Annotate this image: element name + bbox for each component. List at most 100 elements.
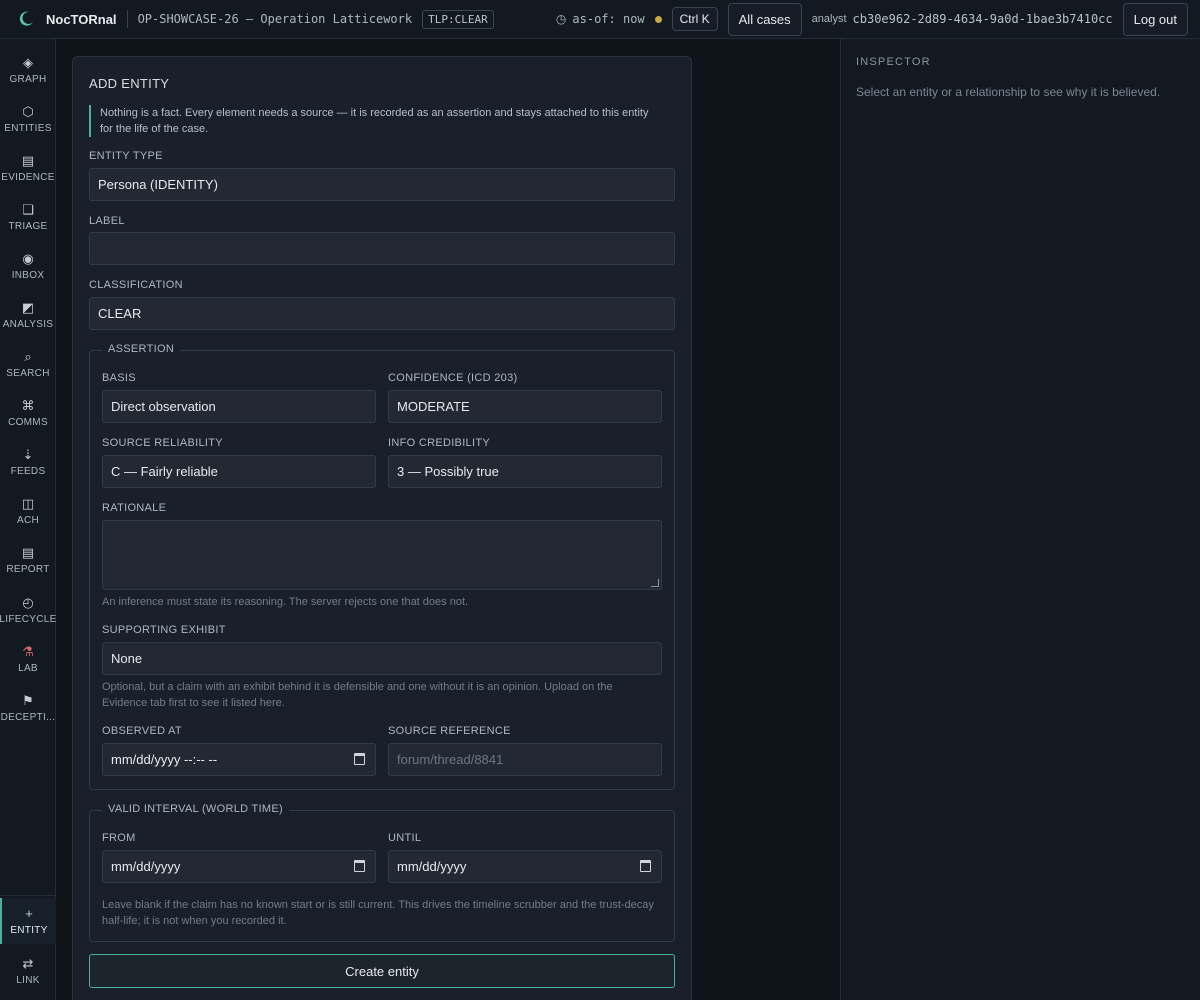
create-entity-button[interactable]: Create entity	[89, 954, 675, 988]
basis-label: BASIS	[102, 372, 136, 384]
tlp-badge: TLP:CLEAR	[422, 9, 494, 29]
nav-label: LAB	[18, 662, 38, 674]
supporting-exhibit-select[interactable]: None	[102, 642, 662, 675]
nav-item-entities[interactable]: ⬡ ENTITIES	[0, 96, 56, 142]
inspector-hint: Select an entity or a relationship to se…	[856, 85, 1161, 99]
calendar-icon[interactable]	[354, 860, 365, 872]
nav-label: TRIAGE	[8, 220, 48, 232]
ach-icon: ◫	[21, 495, 35, 511]
nav-item-feeds[interactable]: ⇣ FEEDS	[0, 439, 56, 485]
left-nav: ◈ GRAPH ⬡ ENTITIES ▤ EVIDENCE ❏ TRIAGE ◉ INBO…	[0, 39, 56, 1000]
plus-icon: +	[25, 905, 33, 921]
source-reliability-select[interactable]: C — Fairly reliable	[102, 455, 376, 488]
rationale-textarea[interactable]	[102, 520, 662, 590]
lifecycle-icon: ◴	[22, 594, 34, 610]
logout-button[interactable]: Log out	[1122, 2, 1188, 36]
nav-item-report[interactable]: ▤ REPORT	[0, 537, 56, 583]
from-date-input[interactable]: mm/dd/yyyy	[102, 850, 376, 883]
inspector-panel: INSPECTOR Select an entity or a relation…	[840, 39, 1200, 1000]
source-reference-input[interactable]: forum/thread/8841	[388, 743, 662, 776]
calendar-icon[interactable]	[640, 860, 651, 872]
as-of-indicator[interactable]: as-of: now	[572, 12, 644, 26]
from-date-value: mm/dd/yyyy	[111, 859, 181, 874]
confidence-select[interactable]: MODERATE	[388, 390, 662, 423]
report-icon: ▤	[21, 544, 35, 560]
nav-item-analysis[interactable]: ◩ ANALYSIS	[0, 292, 56, 338]
nav-item-lab[interactable]: ⚗ LAB	[0, 636, 56, 682]
nav-label: EVIDENCE	[1, 171, 55, 183]
until-date-input[interactable]: mm/dd/yyyy	[388, 850, 662, 883]
info-credibility-label: INFO CREDIBILITY	[388, 437, 490, 449]
entity-type-label: ENTITY TYPE	[89, 150, 163, 162]
add-entity-panel: ADD ENTITY Nothing is a fact. Every elem…	[72, 56, 692, 1000]
nav-item-inbox[interactable]: ◉ INBOX	[0, 243, 56, 289]
confidence-label: CONFIDENCE (ICD 203)	[388, 372, 518, 384]
supporting-exhibit-label: SUPPORTING EXHIBIT	[102, 624, 226, 636]
analyst-id: cb30e962-2d89-4634-9a0d-1bae3b7410cc	[852, 12, 1113, 26]
nav-item-search[interactable]: ⌕ SEARCH	[0, 341, 56, 387]
nav-item-triage[interactable]: ❏ TRIAGE	[0, 194, 56, 240]
rationale-label: RATIONALE	[102, 502, 167, 514]
nav-label: ENTITIES	[4, 122, 52, 134]
flag-icon: ⚑	[22, 692, 34, 708]
nav-item-add-entity[interactable]: + ENTITY	[0, 898, 56, 944]
status-dot	[654, 15, 662, 23]
nav-label: LINK	[16, 974, 40, 986]
nav-label: DECEPTI...	[0, 711, 56, 723]
nav-item-add-link[interactable]: ⇄ LINK	[0, 948, 56, 994]
source-reliability-label: SOURCE RELIABILITY	[102, 437, 223, 449]
info-credibility-select[interactable]: 3 — Possibly true	[388, 455, 662, 488]
exhibit-hint-line-1: Optional, but a claim with an exhibit be…	[102, 681, 613, 693]
nav-item-deception[interactable]: ⚑ DECEPTI...	[0, 685, 56, 731]
nav-label: INBOX	[11, 269, 45, 281]
feeds-icon: ⇣	[22, 446, 34, 462]
from-label: FROM	[102, 832, 136, 844]
divider	[0, 895, 56, 896]
nav-label: COMMS	[8, 416, 48, 428]
nav-label: FEEDS	[10, 465, 46, 477]
inspector-title: INSPECTOR	[856, 56, 931, 68]
nav-label: SEARCH	[6, 367, 50, 379]
source-reference-label: SOURCE REFERENCE	[388, 725, 511, 737]
entity-type-select[interactable]: Persona (IDENTITY)	[89, 168, 675, 201]
valid-interval-fieldset: VALID INTERVAL (WORLD TIME) FROM mm/dd/y…	[89, 803, 675, 942]
exhibit-hint-line-2: Evidence tab first to see it listed here…	[102, 697, 285, 709]
nav-item-evidence[interactable]: ▤ EVIDENCE	[0, 145, 56, 191]
analysis-icon: ◩	[21, 299, 35, 315]
entities-icon: ⬡	[22, 103, 34, 119]
panel-title: ADD ENTITY	[89, 76, 170, 91]
nav-item-comms[interactable]: ⌘ COMMS	[0, 390, 56, 436]
until-date-value: mm/dd/yyyy	[397, 859, 467, 874]
inbox-icon: ◉	[22, 250, 34, 266]
nav-item-lifecycle[interactable]: ◴ LIFECYCLE	[0, 587, 56, 633]
nav-label: REPORT	[6, 563, 50, 575]
assertion-legend: ASSERTION	[102, 343, 181, 355]
interval-hint-line-1: Leave blank if the claim has no known st…	[102, 899, 654, 911]
triage-icon: ❏	[22, 201, 34, 217]
resize-handle-icon[interactable]	[651, 579, 659, 587]
observed-at-input[interactable]: mm/dd/yyyy --:-- --	[102, 743, 376, 776]
notice-text: Nothing is a fact. Every element needs a…	[89, 105, 659, 137]
case-title: OP-SHOWCASE-26 — Operation Latticework	[137, 12, 413, 26]
command-palette-shortcut[interactable]: Ctrl K	[671, 7, 718, 31]
calendar-icon[interactable]	[354, 753, 365, 765]
rationale-hint: An inference must state its reasoning. T…	[102, 596, 469, 608]
interval-hint-line-2: half-life; it is not when you recorded i…	[102, 915, 287, 927]
swap-arrows-icon: ⇄	[22, 955, 34, 971]
graph-icon: ◈	[23, 54, 33, 70]
basis-select[interactable]: Direct observation	[102, 390, 376, 423]
nav-label: LIFECYCLE	[0, 613, 57, 625]
nav-item-graph[interactable]: ◈ GRAPH	[0, 47, 56, 93]
assertion-fieldset: ASSERTION BASIS Direct observation CONFI…	[89, 343, 675, 790]
top-bar: NocTORnal OP-SHOWCASE-26 — Operation Lat…	[0, 0, 1200, 39]
divider	[126, 10, 128, 28]
label-input[interactable]	[89, 232, 675, 265]
evidence-icon: ▤	[21, 152, 35, 168]
classification-select[interactable]: CLEAR	[89, 297, 675, 330]
nav-item-ach[interactable]: ◫ ACH	[0, 488, 56, 534]
comms-icon: ⌘	[21, 397, 35, 413]
clock-icon: ◷	[555, 12, 567, 26]
all-cases-button[interactable]: All cases	[727, 2, 802, 36]
lab-icon: ⚗	[22, 643, 34, 659]
brand-name: NocTORnal	[46, 11, 117, 27]
